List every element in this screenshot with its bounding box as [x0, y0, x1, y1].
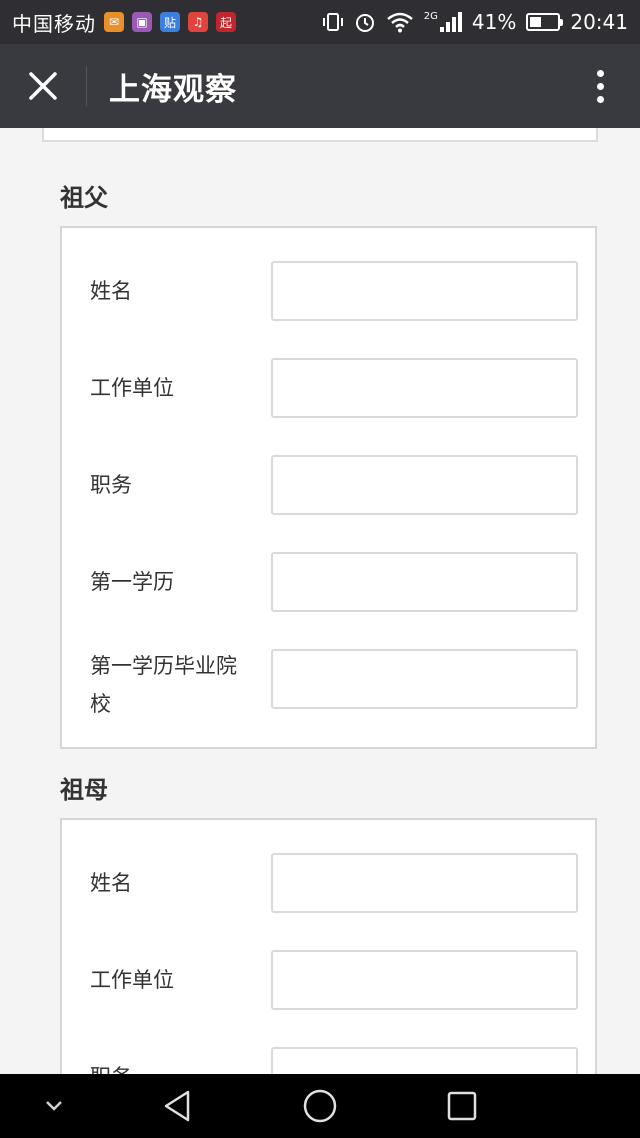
- close-icon: [29, 72, 57, 100]
- grandfather-name-input[interactable]: [271, 261, 578, 321]
- orange-app-icon: ✉: [104, 12, 124, 32]
- music-app-icon: ♫: [188, 12, 208, 32]
- purple-app-icon: ▣: [132, 12, 152, 32]
- close-button[interactable]: [0, 44, 86, 128]
- vibrate-icon: [322, 13, 343, 31]
- title-bar: 上海观察: [0, 44, 640, 128]
- form-row: 姓名: [62, 261, 595, 323]
- home-circle-icon: [303, 1089, 337, 1123]
- form-row: 工作单位: [62, 358, 595, 420]
- grandfather-school-input[interactable]: [271, 649, 578, 709]
- grandfather-card: 姓名 工作单位 职务 第一学历 第一学历毕业院校: [60, 226, 597, 749]
- more-dots-icon: [596, 82, 604, 90]
- field-label: 姓名: [90, 871, 132, 895]
- form-content[interactable]: 祖父 姓名 工作单位 职务 第一学历 第一学历毕业院校 祖母 姓名 工作单位: [0, 128, 640, 1074]
- section-title-grandmother: 祖母: [60, 776, 108, 804]
- status-bar: 中国移动 ✉ ▣ 贴 ♫ 起 2G 41% 20:41: [0, 0, 640, 44]
- grandmother-card: 姓名 工作单位 职务: [60, 818, 597, 1074]
- form-row: 第一学历: [62, 552, 595, 614]
- signal-bars-icon: [439, 12, 462, 32]
- field-label: 第一学历毕业院校: [90, 654, 237, 716]
- qidian-app-icon: 起: [216, 12, 236, 32]
- status-left: 中国移动 ✉ ▣ 贴 ♫ 起: [12, 8, 236, 37]
- network-type: 2G: [423, 11, 438, 22]
- more-dots-icon: [596, 95, 604, 103]
- battery-fill: [530, 17, 542, 27]
- form-row: 职务: [62, 455, 595, 517]
- grandmother-position-input[interactable]: [271, 1047, 578, 1074]
- recents-square-icon: [447, 1091, 477, 1121]
- field-label: 工作单位: [90, 376, 174, 400]
- more-menu-button[interactable]: [560, 44, 640, 128]
- hide-nav-button[interactable]: [24, 1074, 84, 1138]
- chevron-down-icon: [46, 1101, 62, 1111]
- back-button[interactable]: [146, 1074, 210, 1138]
- more-dots-icon: [596, 69, 604, 77]
- back-triangle-icon: [164, 1090, 190, 1122]
- form-row: 职务: [62, 1047, 595, 1074]
- wifi-icon: [386, 12, 413, 33]
- grandmother-name-input[interactable]: [271, 853, 578, 913]
- grandmother-employer-input[interactable]: [271, 950, 578, 1010]
- alarm-icon: [355, 14, 374, 32]
- form-row: 第一学历毕业院校: [62, 649, 595, 716]
- field-label: 职务: [90, 473, 132, 497]
- cellular-signal: 2G: [424, 12, 462, 32]
- grandfather-education-input[interactable]: [271, 552, 578, 612]
- page-title: 上海观察: [109, 71, 237, 108]
- battery-icon: [526, 13, 564, 31]
- section-title-grandfather: 祖父: [60, 184, 108, 212]
- field-label: 第一学历: [90, 570, 174, 594]
- grandfather-position-input[interactable]: [271, 455, 578, 515]
- field-label: 工作单位: [90, 968, 174, 992]
- battery-percent: 41%: [471, 10, 517, 34]
- field-label: 姓名: [90, 279, 132, 303]
- recents-button[interactable]: [430, 1074, 494, 1138]
- title-divider: [86, 66, 87, 106]
- form-row: 姓名: [62, 853, 595, 915]
- status-right: 2G 41% 20:41: [322, 10, 628, 34]
- clock: 20:41: [570, 10, 628, 34]
- form-row: 工作单位: [62, 950, 595, 1012]
- home-button[interactable]: [288, 1074, 352, 1138]
- grandfather-employer-input[interactable]: [271, 358, 578, 418]
- previous-section-card: [42, 128, 598, 142]
- navigation-bar: [0, 1074, 640, 1138]
- tieba-app-icon: 贴: [160, 12, 180, 32]
- carrier-name: 中国移动: [12, 11, 96, 36]
- field-label: 职务: [90, 1057, 255, 1074]
